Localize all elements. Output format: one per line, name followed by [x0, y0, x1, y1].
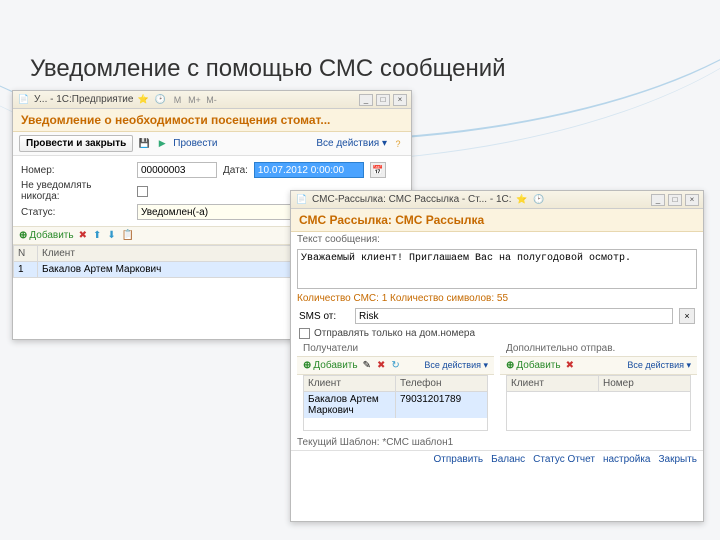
- m-plus-icon[interactable]: M+: [187, 93, 201, 107]
- sms-from-field[interactable]: [355, 308, 673, 324]
- suppress-checkbox[interactable]: [137, 186, 148, 197]
- history-icon[interactable]: 🕑: [153, 93, 167, 107]
- maximize-button[interactable]: □: [376, 94, 390, 106]
- add-row-button[interactable]: ⊕Добавить: [19, 230, 74, 241]
- all-actions-right[interactable]: Все действия ▾: [627, 360, 691, 371]
- add-recipient-button[interactable]: ⊕Добавить: [303, 360, 358, 371]
- move-up-icon[interactable]: ⬆: [92, 229, 102, 242]
- close-button[interactable]: ×: [685, 194, 699, 206]
- col-left-client[interactable]: Клиент: [304, 376, 396, 391]
- form-toolbar: Провести и закрыть 💾 ▶ Провести Все дейс…: [13, 132, 411, 156]
- col-right-client[interactable]: Клиент: [507, 376, 599, 391]
- status-label: Статус:: [21, 207, 131, 218]
- suppress-label: Не уведомлять никогда:: [21, 180, 131, 202]
- date-field[interactable]: [254, 162, 364, 178]
- number-label: Номер:: [21, 165, 131, 176]
- delete-row-icon[interactable]: ✖: [78, 229, 88, 242]
- fav-icon[interactable]: ⭐: [136, 93, 150, 107]
- maximize-button[interactable]: □: [668, 194, 682, 206]
- col-n[interactable]: N: [14, 246, 38, 262]
- history-icon[interactable]: 🕑: [532, 193, 546, 207]
- form-header: Уведомление о необходимости посещения ст…: [13, 109, 411, 132]
- m-icon[interactable]: M: [170, 93, 184, 107]
- list-icon[interactable]: 📋: [121, 229, 135, 242]
- send-button[interactable]: Отправить: [434, 454, 484, 465]
- titlebar-win2: 📄 СМС-Рассылка: СМС Рассылка - Ст... - 1…: [291, 191, 703, 209]
- close-form-button[interactable]: Закрыть: [658, 454, 697, 465]
- move-down-icon[interactable]: ⬇: [106, 229, 116, 242]
- app-icon: 📄: [295, 193, 309, 207]
- delete-icon[interactable]: ✖: [376, 359, 386, 372]
- col-right-number[interactable]: Номер: [599, 376, 690, 391]
- post-link[interactable]: Провести: [173, 138, 217, 149]
- extra-title: Дополнительно отправ.: [500, 341, 697, 356]
- msg-label: Текст сообщения:: [291, 232, 703, 247]
- sms-from-label: SMS от:: [299, 311, 349, 322]
- page-title: Уведомление с помощью СМС сообщений: [30, 55, 506, 83]
- app-icon: 📄: [17, 93, 31, 107]
- save-icon[interactable]: 💾: [137, 137, 151, 151]
- date-picker-button[interactable]: 📅: [370, 162, 386, 178]
- all-actions-link[interactable]: Все действия ▾: [316, 138, 387, 149]
- titlebar-text-2: СМС-Рассылка: СМС Рассылка - Ст... - 1С:…: [312, 194, 512, 205]
- minimize-button[interactable]: _: [651, 194, 665, 206]
- titlebar-text: У... - 1С:Предприятие: [34, 94, 133, 105]
- footer-bar: Отправить Баланс Статус Отчет настройка …: [291, 450, 703, 468]
- form-header-2: СМС Рассылка: СМС Рассылка: [291, 209, 703, 232]
- m-minus-icon[interactable]: M-: [204, 93, 218, 107]
- template-label: Текущий Шаблон: *СМС шаблон1: [291, 435, 703, 450]
- recipient-row[interactable]: Бакалов Артем Маркович 79031201789: [304, 392, 487, 418]
- col-left-phone[interactable]: Телефон: [396, 376, 487, 391]
- post-icon[interactable]: ▶: [155, 137, 169, 151]
- titlebar-win1: 📄 У... - 1С:Предприятие ⭐ 🕑 M M+ M- _ □ …: [13, 91, 411, 109]
- cell-left-phone: 79031201789: [396, 392, 487, 418]
- settings-button[interactable]: настройка: [603, 454, 651, 465]
- window-sms: 📄 СМС-Рассылка: СМС Рассылка - Ст... - 1…: [290, 190, 704, 522]
- number-field[interactable]: [137, 162, 217, 178]
- msg-textarea[interactable]: Уважаемый клиент! Приглашаем Вас на полу…: [297, 249, 697, 289]
- status-report-button[interactable]: Статус Отчет: [533, 454, 595, 465]
- minimize-button[interactable]: _: [359, 94, 373, 106]
- cell-n: 1: [14, 262, 38, 278]
- all-actions-left[interactable]: Все действия ▾: [424, 360, 488, 371]
- status-field[interactable]: [137, 204, 307, 220]
- home-only-label: Отправлять только на дом.номера: [314, 328, 475, 339]
- home-only-checkbox[interactable]: [299, 328, 310, 339]
- balance-button[interactable]: Баланс: [491, 454, 525, 465]
- delete-extra-icon[interactable]: ✖: [565, 359, 575, 372]
- refresh-icon[interactable]: ↻: [390, 359, 400, 372]
- edit-icon[interactable]: ✎: [362, 359, 372, 372]
- recipients-grid[interactable]: Бакалов Артем Маркович 79031201789: [303, 391, 488, 431]
- recipients-title: Получатели: [297, 341, 494, 356]
- close-button[interactable]: ×: [393, 94, 407, 106]
- cell-left-client: Бакалов Артем Маркович: [304, 392, 396, 418]
- help-icon[interactable]: ?: [391, 137, 405, 151]
- date-label: Дата:: [223, 165, 248, 176]
- sms-from-clear-button[interactable]: ×: [679, 308, 695, 324]
- fav-icon[interactable]: ⭐: [515, 193, 529, 207]
- add-extra-button[interactable]: ⊕Добавить: [506, 360, 561, 371]
- extra-grid[interactable]: [506, 391, 691, 431]
- post-and-close-button[interactable]: Провести и закрыть: [19, 135, 133, 152]
- sms-count-info: Количество СМС: 1 Количество символов: 5…: [291, 291, 703, 306]
